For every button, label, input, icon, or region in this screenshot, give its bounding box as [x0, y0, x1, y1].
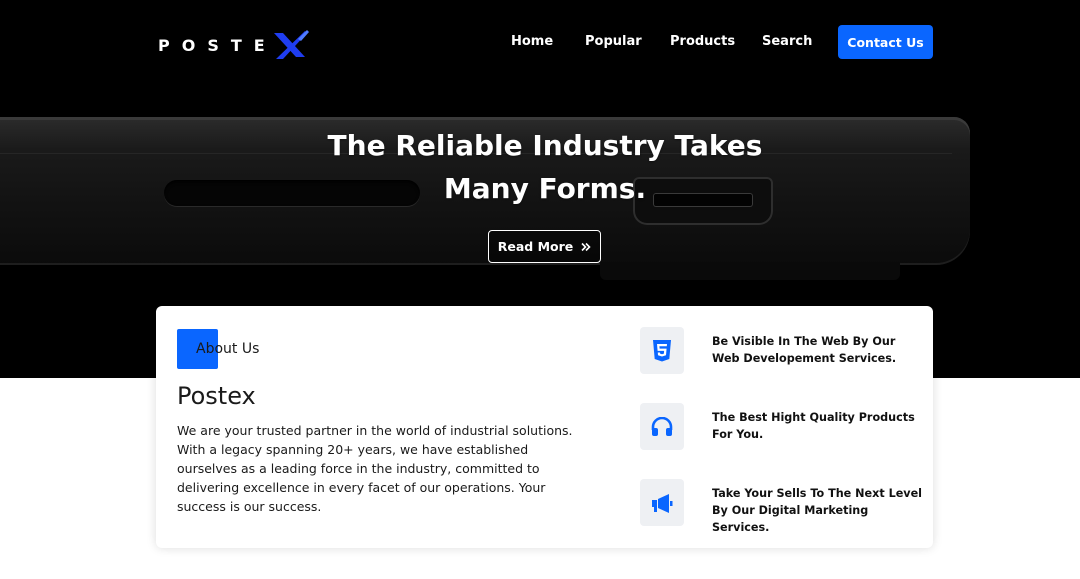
nav-item-products[interactable]: Products	[670, 34, 735, 49]
hero-headline-line2: Many Forms.	[443, 172, 647, 205]
nav-item-popular[interactable]: Popular	[585, 34, 642, 49]
logo-x-icon	[273, 30, 309, 59]
about-card: About Us Postex We are your trusted part…	[156, 306, 933, 548]
service-item-web: Be Visible In The Web By Our Web Develop…	[640, 327, 920, 375]
about-title: Postex	[177, 382, 256, 410]
megaphone-icon	[640, 479, 684, 526]
double-chevron-right-icon	[581, 242, 591, 251]
hero-headline: The Reliable Industry Takes Many Forms.	[240, 124, 850, 210]
hero-headline-line1: The Reliable Industry Takes	[327, 129, 763, 162]
logo[interactable]: POSTE	[158, 30, 309, 60]
read-more-button[interactable]: Read More	[488, 230, 601, 263]
nav-item-home[interactable]: Home	[511, 34, 553, 49]
read-more-label: Read More	[497, 239, 574, 254]
logo-text: POSTE	[158, 35, 277, 55]
nav-item-search[interactable]: Search	[762, 34, 812, 49]
service-text-marketing: Take Your Sells To The Next Level By Our…	[712, 487, 923, 534]
service-item-products: The Best Hight Quality Products For You.	[640, 403, 920, 451]
headphones-icon	[640, 403, 684, 450]
about-us-label: About Us	[196, 341, 260, 357]
about-description: We are your trusted partner in the world…	[177, 423, 573, 514]
service-text-products: The Best Hight Quality Products For You.	[712, 411, 915, 441]
contact-us-button[interactable]: Contact Us	[838, 25, 933, 59]
service-text-web: Be Visible In The Web By Our Web Develop…	[712, 335, 897, 365]
service-item-marketing: Take Your Sells To The Next Level By Our…	[640, 479, 922, 534]
laptop-foot	[600, 262, 900, 280]
html5-icon	[640, 327, 684, 374]
